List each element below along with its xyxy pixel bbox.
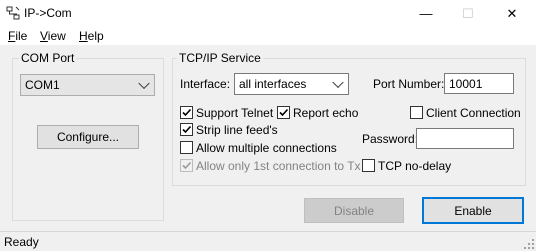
- chevron-down-icon: [138, 77, 150, 90]
- minimize-icon: —: [419, 6, 433, 21]
- com-port-select[interactable]: COM1: [20, 74, 155, 96]
- enable-button-label: Enable: [454, 203, 492, 218]
- checkmark-icon: [182, 125, 192, 134]
- interface-select-value: all interfaces: [239, 77, 307, 91]
- checkmark-icon: [182, 108, 192, 117]
- maximize-button[interactable]: ☐: [446, 0, 490, 27]
- com-port-select-value: COM1: [25, 78, 60, 92]
- disable-button-label: Disable: [333, 203, 375, 218]
- client-connection-checkbox[interactable]: [410, 106, 423, 119]
- close-icon: ✕: [506, 5, 518, 21]
- status-bar: Ready: [0, 231, 536, 251]
- allow-multiple-connections-label[interactable]: Allow multiple connections: [196, 141, 337, 155]
- client-connection-label[interactable]: Client Connection: [426, 106, 521, 120]
- allow-only-first-connection-label: Allow only 1st connection to Tx: [196, 159, 361, 173]
- maximize-icon: ☐: [462, 5, 474, 21]
- tcp-no-delay-label[interactable]: TCP no-delay: [378, 159, 451, 173]
- minimize-button[interactable]: —: [404, 0, 448, 27]
- resize-grip-icon[interactable]: [524, 239, 534, 249]
- support-telnet-label[interactable]: Support Telnet: [196, 106, 273, 120]
- configure-button-label: Configure...: [56, 130, 120, 144]
- checkmark-icon: [182, 161, 192, 170]
- password-label: Password:: [362, 132, 419, 146]
- checkmark-icon: [279, 108, 289, 117]
- report-echo-label[interactable]: Report echo: [293, 106, 358, 120]
- status-text: Ready: [4, 235, 39, 249]
- interface-label: Interface:: [180, 77, 231, 91]
- password-input[interactable]: [416, 128, 514, 149]
- menu-file[interactable]: File: [8, 28, 27, 44]
- report-echo-checkbox[interactable]: [277, 106, 290, 119]
- port-number-value: 10001: [449, 76, 483, 91]
- strip-line-feeds-label[interactable]: Strip line feed's: [196, 123, 278, 137]
- menu-view[interactable]: View: [40, 28, 66, 44]
- interface-select[interactable]: all interfaces: [234, 73, 349, 95]
- allow-multiple-connections-checkbox[interactable]: [180, 141, 193, 154]
- disable-button: Disable: [304, 198, 404, 223]
- tcp-no-delay-checkbox[interactable]: [362, 159, 375, 172]
- menu-help[interactable]: Help: [79, 28, 104, 44]
- close-button[interactable]: ✕: [490, 0, 534, 27]
- tcp-ip-group-label: TCP/IP Service: [177, 51, 263, 65]
- port-number-input[interactable]: 10001: [444, 73, 514, 94]
- support-telnet-checkbox[interactable]: [180, 106, 193, 119]
- port-number-label: Port Number:: [373, 77, 445, 91]
- enable-button[interactable]: Enable: [422, 197, 524, 224]
- chevron-down-icon: [332, 76, 344, 89]
- configure-button[interactable]: Configure...: [37, 125, 139, 149]
- com-port-group-label: COM Port: [19, 51, 77, 65]
- network-icon: [6, 6, 20, 20]
- window-title: IP->Com: [24, 6, 72, 20]
- strip-line-feeds-checkbox[interactable]: [180, 123, 193, 136]
- allow-only-first-connection-checkbox: [180, 159, 193, 172]
- menu-bar: File View Help: [0, 27, 536, 45]
- title-bar: IP->Com — ☐ ✕: [0, 0, 536, 27]
